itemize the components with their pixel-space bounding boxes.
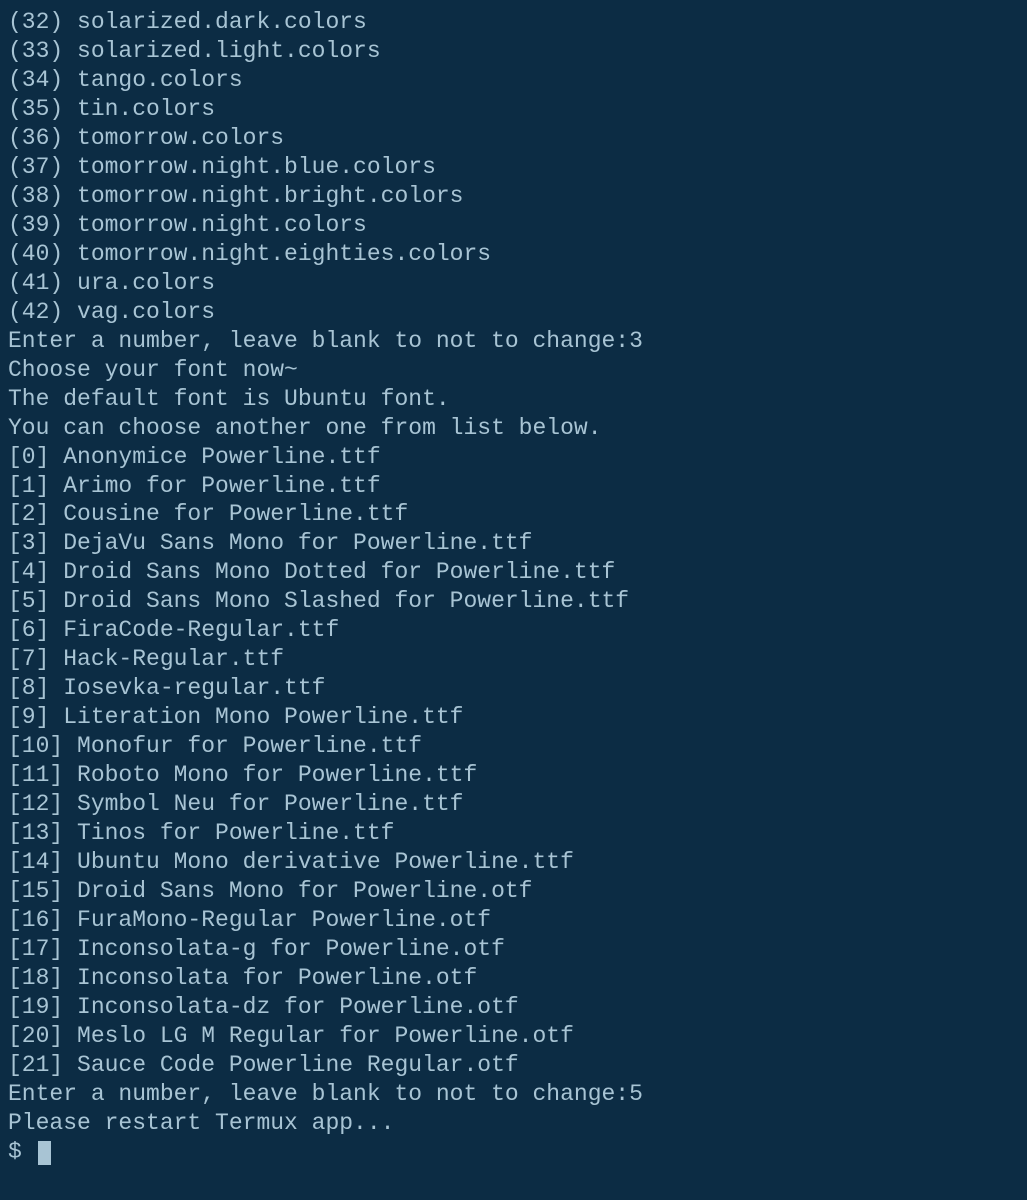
color-list-item: (35) tin.colors (8, 95, 1019, 124)
color-list-item: (41) ura.colors (8, 269, 1019, 298)
font-list-item: [15] Droid Sans Mono for Powerline.otf (8, 877, 1019, 906)
font-list-item: [3] DejaVu Sans Mono for Powerline.ttf (8, 529, 1019, 558)
font-list-item: [2] Cousine for Powerline.ttf (8, 500, 1019, 529)
color-list-item: (40) tomorrow.night.eighties.colors (8, 240, 1019, 269)
font-list-item: [4] Droid Sans Mono Dotted for Powerline… (8, 558, 1019, 587)
color-selection-prompt[interactable]: Enter a number, leave blank to not to ch… (8, 327, 1019, 356)
font-list-item: [11] Roboto Mono for Powerline.ttf (8, 761, 1019, 790)
font-list-item: [7] Hack-Regular.ttf (8, 645, 1019, 674)
font-header-line: The default font is Ubuntu font. (8, 385, 1019, 414)
shell-prompt-line[interactable]: $ (8, 1138, 1019, 1167)
restart-message: Please restart Termux app... (8, 1109, 1019, 1138)
font-list-item: [18] Inconsolata for Powerline.otf (8, 964, 1019, 993)
font-header-line: You can choose another one from list bel… (8, 414, 1019, 443)
prompt-text: Enter a number, leave blank to not to ch… (8, 1081, 629, 1107)
font-list-item: [21] Sauce Code Powerline Regular.otf (8, 1051, 1019, 1080)
font-list-item: [0] Anonymice Powerline.ttf (8, 443, 1019, 472)
color-list-item: (39) tomorrow.night.colors (8, 211, 1019, 240)
color-list-item: (34) tango.colors (8, 66, 1019, 95)
font-list-item: [14] Ubuntu Mono derivative Powerline.tt… (8, 848, 1019, 877)
color-selection-input[interactable]: 3 (629, 328, 643, 354)
font-list-item: [20] Meslo LG M Regular for Powerline.ot… (8, 1022, 1019, 1051)
font-list-item: [16] FuraMono-Regular Powerline.otf (8, 906, 1019, 935)
color-list-item: (38) tomorrow.night.bright.colors (8, 182, 1019, 211)
font-list-item: [17] Inconsolata-g for Powerline.otf (8, 935, 1019, 964)
shell-prompt: $ (8, 1139, 36, 1165)
cursor-icon (38, 1141, 51, 1165)
color-list-item: (36) tomorrow.colors (8, 124, 1019, 153)
color-list-item: (42) vag.colors (8, 298, 1019, 327)
font-list-item: [9] Literation Mono Powerline.ttf (8, 703, 1019, 732)
font-list-item: [6] FiraCode-Regular.ttf (8, 616, 1019, 645)
color-list-item: (33) solarized.light.colors (8, 37, 1019, 66)
font-list-item: [12] Symbol Neu for Powerline.ttf (8, 790, 1019, 819)
font-list-item: [5] Droid Sans Mono Slashed for Powerlin… (8, 587, 1019, 616)
font-list-item: [8] Iosevka-regular.ttf (8, 674, 1019, 703)
font-selection-prompt[interactable]: Enter a number, leave blank to not to ch… (8, 1080, 1019, 1109)
color-list-item: (37) tomorrow.night.blue.colors (8, 153, 1019, 182)
color-list-item: (32) solarized.dark.colors (8, 8, 1019, 37)
font-list-item: [10] Monofur for Powerline.ttf (8, 732, 1019, 761)
prompt-text: Enter a number, leave blank to not to ch… (8, 328, 629, 354)
font-list-item: [1] Arimo for Powerline.ttf (8, 472, 1019, 501)
font-list-item: [13] Tinos for Powerline.ttf (8, 819, 1019, 848)
terminal-output[interactable]: (32) solarized.dark.colors(33) solarized… (8, 8, 1019, 1167)
font-list-item: [19] Inconsolata-dz for Powerline.otf (8, 993, 1019, 1022)
font-header-line: Choose your font now~ (8, 356, 1019, 385)
font-selection-input[interactable]: 5 (629, 1081, 643, 1107)
